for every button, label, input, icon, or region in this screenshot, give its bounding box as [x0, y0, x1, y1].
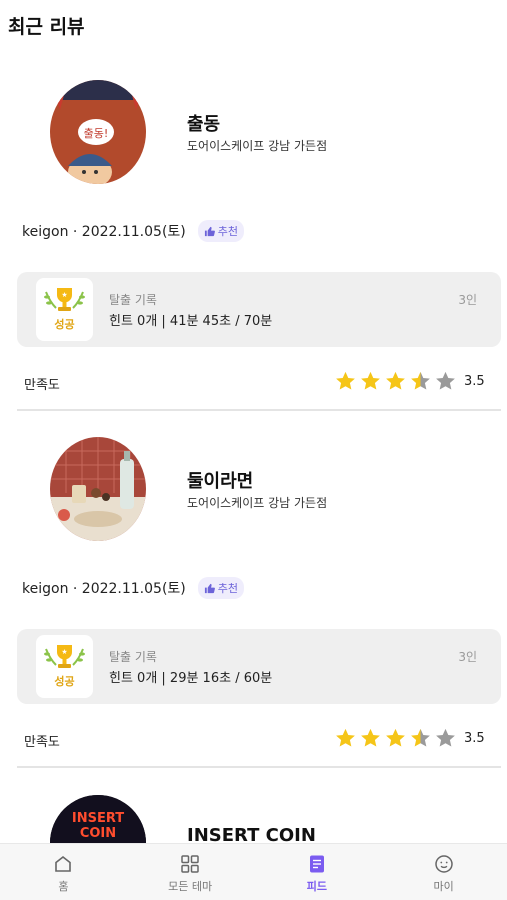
svg-text:★: ★ [61, 291, 67, 299]
satisfaction-label: 만족도 [24, 735, 60, 750]
review-meta: keigon · 2022.11.05(토) 추천 [22, 577, 244, 599]
star-icon [436, 728, 455, 747]
recommend-badge: 추천 [197, 577, 244, 599]
tab-home[interactable]: 홈 [0, 844, 127, 900]
tab-all-themes[interactable]: 모든 테마 [127, 844, 254, 900]
trophy-icon: ★ [44, 645, 85, 668]
record-value: 힌트 0개 | 29분 16초 / 60분 [109, 671, 273, 686]
rating-stars [334, 370, 457, 393]
theme-thumbnail[interactable] [50, 437, 146, 541]
home-icon [55, 855, 72, 872]
theme-name[interactable]: 출동 [187, 110, 220, 136]
star-icon [411, 728, 430, 747]
escape-record: ★ 성공 탈출 기록 힌트 0개 | 29분 16초 / 60분 3인 [17, 629, 501, 704]
divider [17, 766, 501, 768]
star-icon [386, 728, 405, 747]
people-count: 3인 [458, 293, 477, 307]
star-icon [336, 371, 355, 390]
success-label: 성공 [54, 318, 75, 331]
shop-name[interactable]: 도어이스케이프 강남 가든점 [187, 494, 327, 511]
recommend-label: 추천 [217, 582, 238, 595]
thumb-title-line: COIN [80, 826, 116, 841]
success-box: ★ 성공 [36, 278, 93, 341]
bottom-tab-bar: 홈 모든 테마 피드 마이 [0, 843, 507, 900]
star-icon [386, 371, 405, 390]
star-icon [336, 728, 355, 747]
review-card[interactable]: INSERT COIN INSERT COIN [0, 795, 507, 891]
tab-my[interactable]: 마이 [380, 844, 507, 900]
escape-record: ★ 성공 탈출 기록 힌트 0개 | 41분 45초 / 70분 3인 [17, 272, 501, 347]
people-count: 3인 [458, 650, 477, 664]
tab-feed[interactable]: 피드 [254, 844, 381, 900]
reviewer-date: keigon · 2022.11.05(토) [22, 224, 186, 240]
success-label: 성공 [54, 675, 75, 688]
page-title: 최근 리뷰 [8, 16, 85, 38]
svg-text:출동!: 출동! [84, 127, 109, 140]
star-icon [361, 371, 380, 390]
shop-name[interactable]: 도어이스케이프 강남 가든점 [187, 137, 327, 154]
tab-label: 홈 [58, 880, 69, 893]
rating-score: 3.5 [464, 731, 485, 746]
thumbs-up-icon [204, 583, 215, 593]
smile-icon [434, 855, 453, 873]
thumb-title-line: INSERT [72, 811, 124, 826]
review-card[interactable]: 둘이라면 도어이스케이프 강남 가든점 keigon · 2022.11.05(… [0, 437, 507, 794]
feed-icon [309, 855, 324, 873]
divider [17, 409, 501, 411]
record-value: 힌트 0개 | 41분 45초 / 70분 [109, 314, 273, 329]
review-card[interactable]: 출동! 출동 도어이스케이프 강남 가든점 keigon · 2022.11.0… [0, 80, 507, 437]
star-icon [361, 728, 380, 747]
reviewer-date: keigon · 2022.11.05(토) [22, 581, 186, 597]
tab-label: 모든 테마 [168, 880, 213, 893]
rating-stars [334, 727, 457, 750]
thumbs-up-icon [204, 226, 215, 236]
rating-score: 3.5 [464, 374, 485, 389]
record-label: 탈출 기록 [109, 293, 157, 307]
recommend-label: 추천 [217, 225, 238, 238]
theme-thumbnail[interactable]: 출동! [50, 80, 146, 184]
recommend-badge: 추천 [197, 220, 244, 242]
star-icon [436, 371, 455, 390]
svg-text:★: ★ [61, 648, 67, 656]
theme-name[interactable]: 둘이라면 [187, 467, 253, 493]
grid-icon [181, 855, 199, 873]
success-box: ★ 성공 [36, 635, 93, 698]
trophy-icon: ★ [44, 288, 85, 311]
star-icon [411, 371, 430, 390]
tab-label: 피드 [306, 880, 327, 893]
review-meta: keigon · 2022.11.05(토) 추천 [22, 220, 244, 242]
satisfaction-label: 만족도 [24, 378, 60, 393]
tab-label: 마이 [433, 880, 454, 893]
record-label: 탈출 기록 [109, 650, 157, 664]
